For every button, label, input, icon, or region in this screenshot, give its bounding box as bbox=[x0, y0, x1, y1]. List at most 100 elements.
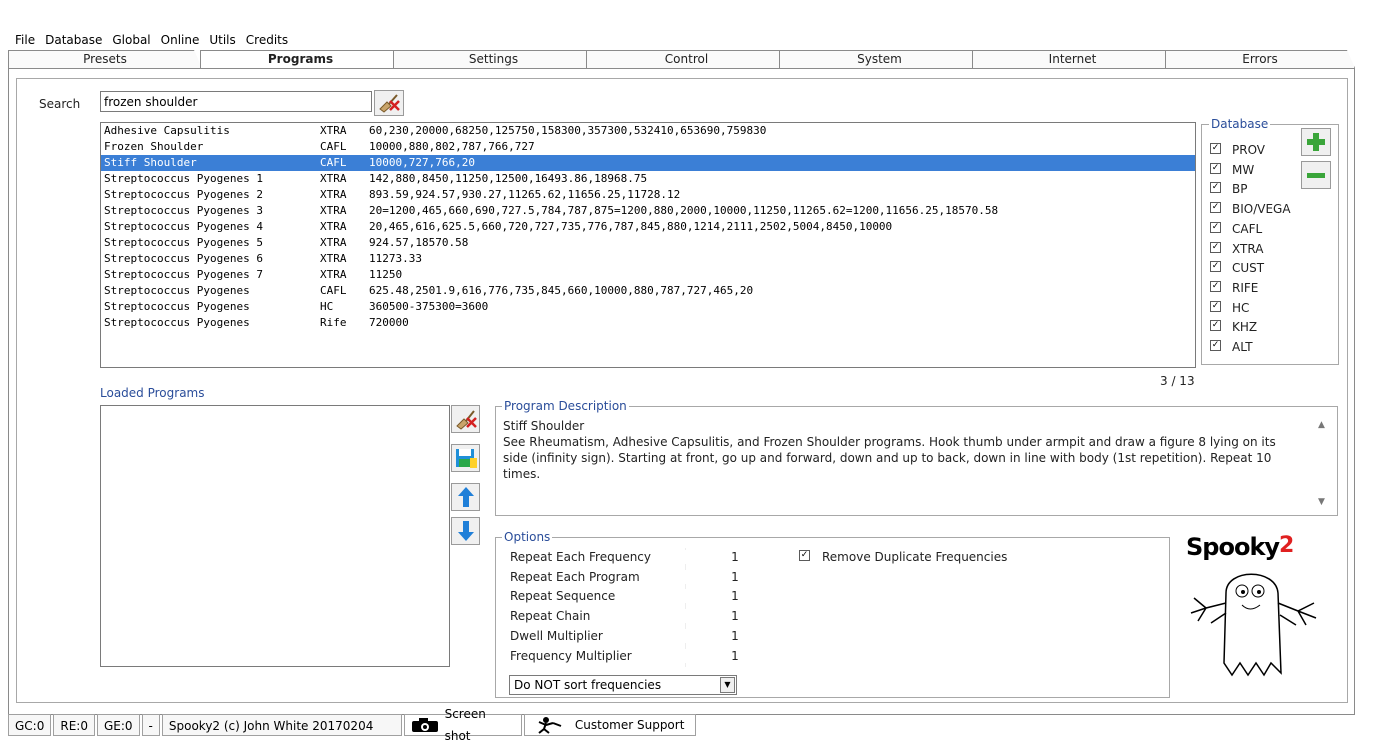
scroll-down-icon[interactable]: ▼ bbox=[1318, 497, 1325, 507]
program-list[interactable]: Adhesive Capsulitis XTRA 60,230,20000,6825… bbox=[100, 122, 1196, 368]
database-checkbox[interactable]: ✓ bbox=[1210, 241, 1221, 253]
status-dash: - bbox=[141, 714, 160, 736]
description-title: Program Description bbox=[502, 399, 629, 413]
program-frequencies: 11273.33 bbox=[369, 252, 422, 265]
program-database: XTRA bbox=[320, 188, 347, 201]
database-checkbox-label: KHZ bbox=[1232, 320, 1258, 335]
menu-global[interactable]: Global bbox=[107, 32, 155, 48]
remove-loaded-button[interactable] bbox=[451, 405, 480, 433]
screenshot-button[interactable]: Screen shot bbox=[403, 707, 522, 743]
database-group-title: Database bbox=[1209, 117, 1271, 131]
tab-presets[interactable]: Presets bbox=[8, 50, 202, 68]
program-row[interactable]: Streptococcus Pyogenes HC 360500-375300=36… bbox=[101, 299, 1195, 315]
program-row[interactable]: Adhesive Capsulitis XTRA 60,230,20000,6825… bbox=[101, 123, 1195, 139]
customer-support-button[interactable]: Customer Support bbox=[523, 714, 696, 736]
program-name: Frozen Shoulder bbox=[104, 140, 204, 153]
database-checkbox[interactable]: ✓ bbox=[1210, 280, 1221, 292]
program-frequencies: 20=1200,465,660,690,727.5,784,787,875=12… bbox=[369, 204, 999, 217]
program-frequencies: 60,230,20000,68250,125750,158300,357300,… bbox=[369, 124, 767, 137]
camera-icon bbox=[411, 718, 438, 732]
result-count: 3 / 13 bbox=[1160, 374, 1195, 388]
menu-database[interactable]: Database bbox=[40, 32, 107, 48]
menu-online[interactable]: Online bbox=[156, 32, 205, 48]
program-frequencies: 360500-375300=3600 bbox=[369, 300, 489, 313]
loaded-programs-list[interactable] bbox=[100, 405, 450, 667]
options-title: Options bbox=[502, 530, 553, 544]
program-frequencies: 20,465,616,625.5,660,720,727,735,776,787… bbox=[369, 220, 893, 233]
tab-bar: Presets Programs Settings Control System… bbox=[8, 50, 1354, 69]
program-name: Streptococcus Pyogenes bbox=[104, 284, 250, 297]
database-checkbox[interactable]: ✓ bbox=[1210, 182, 1221, 194]
program-row[interactable]: Streptococcus Pyogenes 4 XTRA 20,465,616,6… bbox=[101, 219, 1195, 235]
database-checkbox[interactable]: ✓ bbox=[1210, 162, 1221, 174]
menu-bar: File Database Global Online Utils Credit… bbox=[10, 32, 293, 48]
database-checkbox[interactable]: ✓ bbox=[1210, 261, 1221, 273]
option-label: Repeat Each Program bbox=[510, 569, 640, 584]
status-ge: GE:0 bbox=[96, 714, 140, 736]
menu-credits[interactable]: Credits bbox=[241, 32, 293, 48]
ghost-mascot-icon bbox=[1190, 573, 1317, 677]
program-row[interactable]: Stiff Shoulder CAFL 10000,727,766,20 bbox=[101, 155, 1195, 171]
database-checkbox-label: XTRA bbox=[1232, 241, 1264, 256]
program-name: Streptococcus Pyogenes 3 bbox=[104, 204, 263, 217]
program-name: Streptococcus Pyogenes 2 bbox=[104, 188, 263, 201]
program-row[interactable]: Streptococcus Pyogenes CAFL 625.48,2501.9,… bbox=[101, 283, 1195, 299]
arrow-down-icon bbox=[457, 521, 474, 541]
program-name: Streptococcus Pyogenes bbox=[104, 316, 250, 329]
option-value-input[interactable]: 1 bbox=[685, 628, 785, 643]
program-row[interactable]: Streptococcus Pyogenes 1 XTRA 142,880,8450… bbox=[101, 171, 1195, 187]
program-name: Streptococcus Pyogenes 5 bbox=[104, 236, 263, 249]
program-name: Streptococcus Pyogenes 1 bbox=[104, 172, 263, 185]
database-checkbox[interactable]: ✓ bbox=[1210, 202, 1221, 214]
sort-frequencies-select[interactable]: Do NOT sort frequencies ▼ bbox=[509, 675, 737, 695]
program-row[interactable]: Frozen Shoulder CAFL 10000,880,802,787,766… bbox=[101, 139, 1195, 155]
description-body: See Rheumatism, Adhesive Capsulitis, and… bbox=[503, 435, 1276, 481]
program-name: Streptococcus Pyogenes 6 bbox=[104, 252, 263, 265]
tab-system[interactable]: System bbox=[779, 50, 980, 68]
move-down-button[interactable] bbox=[451, 517, 480, 545]
add-database-button[interactable] bbox=[1301, 128, 1331, 156]
remove-database-button[interactable] bbox=[1301, 161, 1331, 189]
chevron-down-icon[interactable]: ▼ bbox=[720, 677, 735, 693]
option-label: Frequency Multiplier bbox=[510, 648, 632, 663]
tab-programs[interactable]: Programs bbox=[200, 50, 401, 70]
scroll-up-icon[interactable]: ▲ bbox=[1318, 420, 1325, 430]
move-up-button[interactable] bbox=[451, 483, 480, 511]
program-row[interactable]: Streptococcus Pyogenes 5 XTRA 924.57,18570… bbox=[101, 235, 1195, 251]
status-gc: GC:0 bbox=[8, 714, 52, 736]
tab-settings[interactable]: Settings bbox=[393, 50, 594, 68]
database-checkbox[interactable]: ✓ bbox=[1210, 320, 1221, 332]
clear-search-button[interactable] bbox=[374, 90, 404, 116]
program-row[interactable]: Streptococcus Pyogenes 7 XTRA 11250 bbox=[101, 267, 1195, 283]
option-value-input[interactable]: 1 bbox=[685, 648, 785, 663]
program-row[interactable]: Streptococcus Pyogenes Rife 720000 bbox=[101, 315, 1195, 331]
database-checkbox[interactable]: ✓ bbox=[1210, 221, 1221, 233]
screenshot-label: Screen shot bbox=[444, 707, 486, 743]
database-checkbox[interactable]: ✓ bbox=[1210, 300, 1221, 312]
remove-duplicates-label: Remove Duplicate Frequencies bbox=[822, 550, 1008, 564]
program-database: CAFL bbox=[320, 284, 347, 297]
program-database: XTRA bbox=[320, 236, 347, 249]
tab-errors[interactable]: Errors bbox=[1165, 50, 1355, 68]
program-row[interactable]: Streptococcus Pyogenes 2 XTRA 893.59,924.5… bbox=[101, 187, 1195, 203]
remove-duplicates-checkbox[interactable]: ✓ bbox=[799, 550, 810, 561]
tab-control[interactable]: Control bbox=[586, 50, 787, 68]
menu-utils[interactable]: Utils bbox=[204, 32, 240, 48]
database-checkbox[interactable]: ✓ bbox=[1210, 340, 1221, 351]
database-checkbox[interactable]: ✓ bbox=[1210, 143, 1221, 154]
program-row[interactable]: Streptococcus Pyogenes 6 XTRA 11273.33 bbox=[101, 251, 1195, 267]
option-value-input[interactable]: 1 bbox=[685, 609, 785, 624]
menu-file[interactable]: File bbox=[10, 32, 40, 48]
tab-internet[interactable]: Internet bbox=[972, 50, 1173, 68]
option-value-input[interactable]: 1 bbox=[685, 550, 785, 564]
logo-text: Spooky2 bbox=[1186, 533, 1294, 561]
program-row[interactable]: Streptococcus Pyogenes 3 XTRA 20=1200,465,… bbox=[101, 203, 1195, 219]
save-button[interactable] bbox=[451, 444, 480, 472]
customer-support-label: Customer Support bbox=[574, 718, 685, 732]
database-checkbox-label: PROV bbox=[1232, 143, 1266, 157]
database-checkbox-label: CUST bbox=[1232, 261, 1265, 276]
option-value-input[interactable]: 1 bbox=[685, 569, 785, 584]
database-checkbox-label: MW bbox=[1232, 162, 1255, 177]
search-input[interactable] bbox=[100, 91, 372, 112]
option-value-input[interactable]: 1 bbox=[685, 589, 785, 604]
